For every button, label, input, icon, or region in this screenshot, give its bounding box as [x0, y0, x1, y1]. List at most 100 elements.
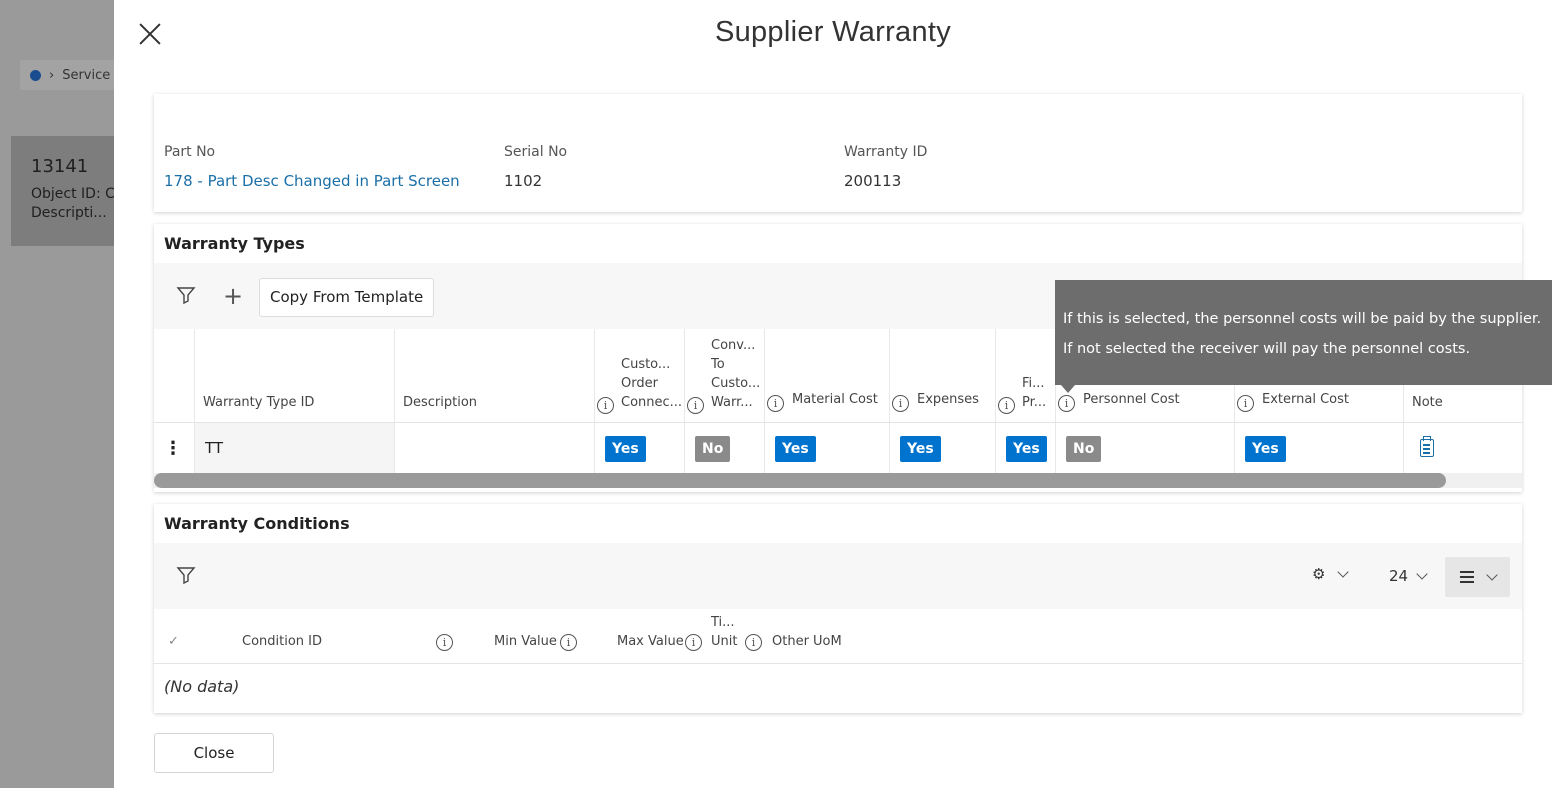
list-layout-icon: [1459, 571, 1474, 583]
page-size-dropdown[interactable]: 24: [1389, 567, 1428, 585]
part-no-link[interactable]: 178 - Part Desc Changed in Part Screen: [164, 172, 460, 190]
cell-warranty-type-id[interactable]: TT: [194, 423, 394, 473]
close-button[interactable]: Close: [154, 733, 274, 773]
cell-expenses[interactable]: Yes: [889, 423, 995, 473]
scrollbar-thumb[interactable]: [154, 473, 1446, 488]
warranty-id-field: Warranty ID 200113: [844, 144, 927, 190]
personnel-cost-tooltip: If this is selected, the personnel costs…: [1055, 280, 1552, 393]
status-badge: Yes: [1245, 436, 1286, 462]
warranty-conditions-card: Warranty Conditions ⚙ 24 ✓ Condition ID …: [154, 504, 1522, 713]
status-badge: No: [695, 436, 731, 462]
cell-personnel-cost[interactable]: No: [1055, 423, 1234, 473]
warranty-id-value: 200113: [844, 172, 902, 190]
cell-note[interactable]: [1403, 423, 1522, 473]
info-icon[interactable]: i: [1058, 395, 1075, 412]
background-page: › Service 13141 Object ID: C Descripti..…: [0, 0, 114, 788]
column-min-value[interactable]: Min Value: [494, 632, 557, 651]
supplier-warranty-dialog: Supplier Warranty Part No 178 - Part Des…: [114, 0, 1552, 788]
status-badge: Yes: [605, 436, 646, 462]
column-label-wrap: i Personnel Cost: [1056, 390, 1234, 412]
chevron-down-icon: [1337, 565, 1350, 578]
column-condition-id[interactable]: Condition ID: [242, 632, 322, 651]
table-row[interactable]: ⋮ TT Yes No Yes Yes Yes No Yes: [154, 423, 1522, 473]
info-icon[interactable]: i: [597, 397, 614, 414]
serial-no-field: Serial No 1102: [504, 144, 567, 190]
column-fixed-price[interactable]: i Fi... Pr...: [995, 329, 1055, 422]
horizontal-scrollbar[interactable]: [154, 473, 1522, 488]
status-badge: Yes: [1006, 436, 1047, 462]
column-label: Warranty Type ID: [203, 395, 315, 410]
row-menu-icon[interactable]: ⋮: [164, 438, 182, 459]
empty-state-text: (No data): [164, 677, 240, 696]
info-icon[interactable]: i: [687, 397, 704, 414]
column-label: Expenses: [917, 392, 979, 407]
column-convert-to-customer-warranty[interactable]: i Conv... To Custo... Warr...: [684, 329, 764, 422]
filter-icon[interactable]: [175, 285, 197, 307]
column-label-wrap: i Material Cost: [765, 390, 889, 412]
info-icon[interactable]: i: [685, 629, 702, 651]
breadcrumb-label: Service: [62, 67, 111, 83]
column-time-unit[interactable]: Ti... Unit: [711, 613, 741, 651]
info-icon[interactable]: i: [745, 629, 762, 651]
column-label: Conv... To Custo... Warr...: [711, 338, 761, 410]
cell-material-cost[interactable]: Yes: [764, 423, 889, 473]
chevron-down-icon: [1416, 567, 1428, 580]
background-breadcrumb: › Service: [20, 60, 114, 90]
info-icon[interactable]: i: [1237, 395, 1254, 412]
page-size-value: 24: [1389, 567, 1409, 585]
filter-icon[interactable]: [175, 565, 197, 587]
column-label: Description: [403, 395, 478, 410]
header-card: Part No 178 - Part Desc Changed in Part …: [154, 94, 1522, 212]
serial-no-label: Serial No: [504, 144, 568, 160]
status-badge: Yes: [775, 436, 816, 462]
record-description: Descripti...: [31, 205, 107, 221]
add-icon[interactable]: +: [222, 284, 244, 308]
settings-dropdown[interactable]: ⚙: [1312, 565, 1350, 583]
column-description[interactable]: Description: [394, 329, 594, 422]
warranty-id-label: Warranty ID: [844, 144, 928, 160]
info-icon[interactable]: i: [998, 397, 1015, 414]
part-no-label: Part No: [164, 144, 216, 160]
gear-icon: ⚙: [1312, 565, 1326, 583]
info-icon[interactable]: i: [767, 395, 784, 412]
cell-convert-to-customer-warranty[interactable]: No: [684, 423, 764, 473]
column-expenses[interactable]: i Expenses: [889, 329, 995, 422]
record-object-id: Object ID: C: [31, 186, 114, 202]
column-other-uom[interactable]: Other UoM: [772, 632, 842, 651]
cell-customer-order-connection[interactable]: Yes: [594, 423, 684, 473]
cell-external-cost[interactable]: Yes: [1234, 423, 1403, 473]
column-max-value[interactable]: Max Value: [617, 632, 684, 651]
warranty-conditions-header-row: ✓ Condition ID i Min Value i Max Value i…: [154, 609, 1522, 664]
cell-description[interactable]: [394, 423, 594, 473]
chevron-down-icon: [1485, 568, 1498, 581]
note-icon[interactable]: [1420, 436, 1434, 457]
column-warranty-type-id[interactable]: Warranty Type ID: [194, 329, 394, 422]
background-record-card: 13141 Object ID: C Descripti...: [11, 136, 114, 246]
breadcrumb-home-icon: [30, 69, 41, 81]
info-icon[interactable]: i: [560, 629, 577, 651]
column-label-wrap: i Expenses: [890, 390, 995, 412]
row-menu-cell: ⋮: [154, 423, 194, 473]
column-label-wrap: i External Cost: [1235, 390, 1403, 412]
column-label: Material Cost: [792, 392, 878, 407]
column-label: Note: [1412, 395, 1443, 410]
serial-no-value: 1102: [504, 172, 543, 190]
copy-from-template-button[interactable]: Copy From Template: [259, 278, 435, 317]
column-label: Fi... Pr...: [1022, 376, 1047, 410]
cell-fixed-price[interactable]: Yes: [995, 423, 1055, 473]
column-label: External Cost: [1262, 392, 1349, 407]
select-all-checkmark-icon[interactable]: ✓: [168, 632, 179, 651]
layout-toggle-button[interactable]: [1445, 557, 1510, 597]
column-label: Custo... Order Connec...: [621, 357, 681, 410]
column-material-cost[interactable]: i Material Cost: [764, 329, 889, 422]
column-customer-order-connection[interactable]: i Custo... Order Connec...: [594, 329, 684, 422]
status-badge: Yes: [900, 436, 941, 462]
warranty-types-title: Warranty Types: [164, 234, 305, 253]
status-badge: No: [1066, 436, 1102, 462]
info-icon[interactable]: i: [436, 629, 453, 651]
dialog-title: Supplier Warranty: [714, 16, 952, 48]
info-icon[interactable]: i: [892, 395, 909, 412]
row-menu-column: [154, 329, 194, 422]
breadcrumb-chevron-icon: ›: [49, 67, 55, 83]
warranty-conditions-title: Warranty Conditions: [164, 514, 350, 533]
